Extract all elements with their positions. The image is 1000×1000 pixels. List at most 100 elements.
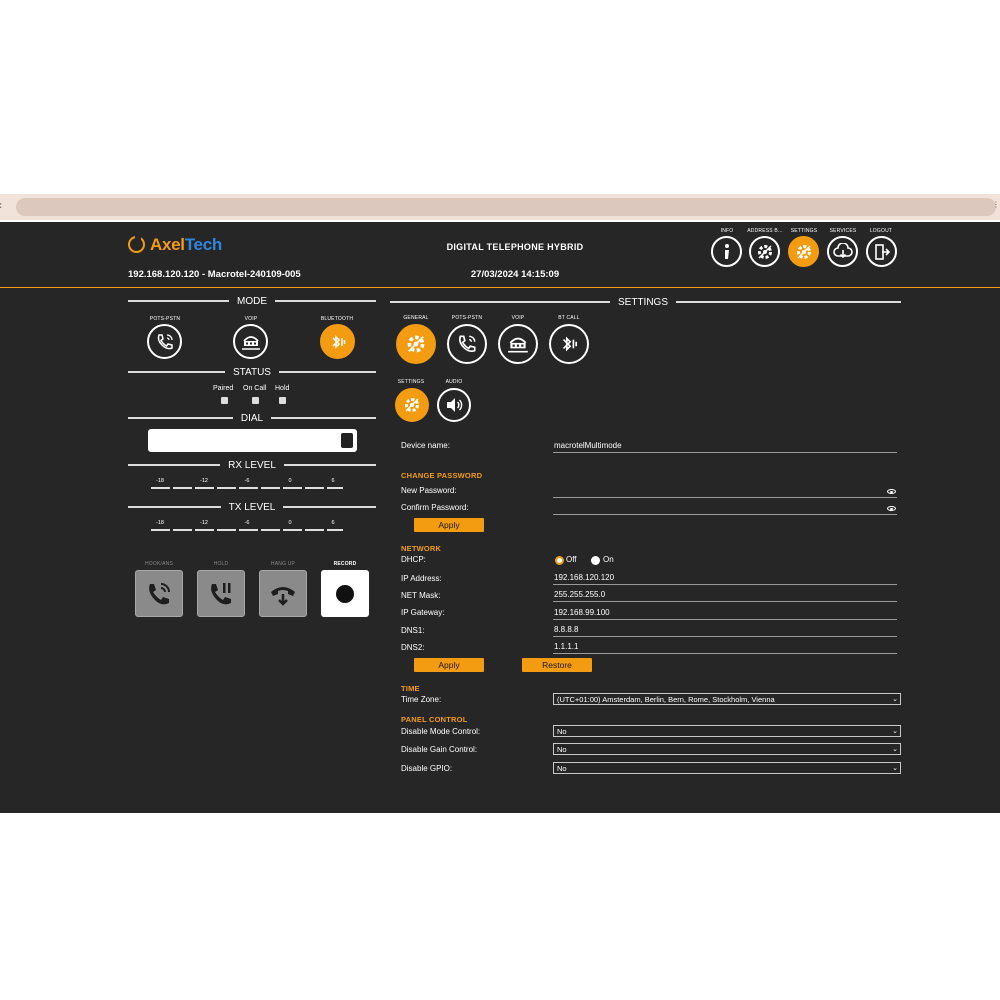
status-oncall-indicator [252, 397, 259, 404]
network-apply-button[interactable]: Apply [414, 658, 484, 672]
record-button[interactable] [321, 570, 369, 617]
status-hold-label: Hold [275, 385, 290, 392]
tx-level-heading: TX LEVEL [128, 501, 377, 513]
tx-segment [195, 529, 214, 531]
disable-gain-control-select[interactable]: No ⌄ [553, 743, 901, 755]
nav-info-button[interactable] [711, 236, 742, 267]
net-mask-field[interactable]: 255.255.255.0 [553, 589, 897, 602]
subtab-audio-label: AUDIO [445, 379, 463, 385]
mode-pots-button[interactable] [147, 324, 182, 359]
tab-bt-call[interactable] [549, 324, 589, 364]
ip-gateway-field[interactable]: 192.168.99.100 [553, 607, 897, 620]
tab-voip[interactable] [498, 324, 538, 364]
tab-btcall-label: BT CALL [558, 315, 580, 321]
hold-call-icon [211, 582, 231, 604]
mode-bluetooth-button[interactable] [320, 324, 355, 359]
ip-address-field[interactable]: 192.168.120.120 [553, 572, 897, 585]
time-heading: TIME [401, 684, 420, 693]
tab-pots-label: POTS-PSTN [451, 315, 483, 321]
mode-heading: MODE [128, 295, 376, 307]
dns1-field[interactable]: 8.8.8.8 [553, 624, 897, 637]
tab-general-label: GENERAL [403, 315, 429, 321]
logo-text-tech: Tech [184, 235, 223, 254]
settings-icon [405, 398, 419, 412]
mode-voip-button[interactable] [233, 324, 268, 359]
phonebook-icon[interactable] [341, 433, 353, 448]
new-password-field[interactable] [553, 485, 897, 498]
disable-mode-control-select[interactable]: No ⌄ [553, 725, 901, 737]
tab-general[interactable] [396, 324, 436, 364]
address-bar[interactable] [16, 198, 996, 216]
show-confirm-password-icon[interactable] [887, 506, 896, 511]
hold-button[interactable] [197, 570, 245, 617]
nav-address-label: ADDRESS B... [747, 228, 783, 234]
status-heading-text: STATUS [233, 366, 271, 378]
dhcp-label: DHCP: [401, 555, 426, 564]
tx-tick: -6 [244, 520, 250, 526]
ip-address-label: IP Address: [401, 574, 442, 583]
tx-segment [217, 529, 236, 531]
hang-up-button[interactable] [259, 570, 307, 617]
rx-tick: 6 [331, 478, 335, 484]
rx-segment [283, 487, 302, 489]
disable-gain-control-label: Disable Gain Control: [401, 745, 478, 754]
mode-voip-label: VOIP [244, 316, 258, 322]
dns2-field[interactable]: 1.1.1.1 [553, 641, 897, 654]
rx-segment [217, 487, 236, 489]
network-icon [508, 337, 528, 353]
subtab-settings-label: SETTINGS [397, 379, 425, 385]
network-heading: NETWORK [401, 544, 442, 553]
password-apply-button[interactable]: Apply [414, 518, 484, 532]
settings-heading: SETTINGS [390, 296, 901, 308]
nav-services-button[interactable] [827, 236, 858, 267]
rx-segment [239, 487, 258, 489]
rx-segment [327, 487, 343, 489]
tab-pots-pstn[interactable] [447, 324, 487, 364]
rx-segment [151, 487, 170, 489]
phone-icon [157, 333, 173, 349]
chevron-down-icon: ⌄ [892, 746, 898, 753]
dns1-label: DNS1: [401, 626, 425, 635]
dial-heading-text: DIAL [240, 412, 264, 424]
ip-gateway-label: IP Gateway: [401, 608, 445, 617]
tx-segment [239, 529, 258, 531]
hook-answer-button[interactable] [135, 570, 183, 617]
hook-label: HOOK/ANS [145, 561, 173, 567]
rx-segment [261, 487, 280, 489]
subtab-audio[interactable] [437, 388, 471, 422]
logo-ring-icon [128, 234, 145, 253]
chevron-down-icon: ⌄ [892, 728, 898, 735]
settings-icon [407, 335, 425, 353]
mode-heading-text: MODE [237, 295, 267, 307]
nav-address-button[interactable] [749, 236, 780, 267]
header-divider [0, 287, 1000, 288]
panel-control-heading: PANEL CONTROL [401, 715, 468, 724]
device-id: 192.168.120.120 - Macrotel-240109-005 [128, 269, 301, 280]
dhcp-off-label: Off [566, 555, 577, 564]
time-zone-select[interactable]: (UTC+01:00) Amsterdam, Berlin, Bern, Rom… [553, 693, 901, 705]
rx-segment [173, 487, 192, 489]
device-name-label: Device name: [401, 441, 450, 450]
disable-gpio-select[interactable]: No ⌄ [553, 762, 901, 774]
confirm-password-field[interactable] [553, 502, 897, 515]
toolbar-left-glyph: ‹ [0, 198, 2, 212]
phone-icon [458, 335, 476, 353]
nav-settings-button[interactable] [788, 236, 819, 267]
dial-input[interactable] [148, 429, 357, 452]
status-paired-label: Paired [213, 385, 234, 392]
subtab-settings[interactable] [395, 388, 429, 422]
chevron-down-icon: ⌄ [892, 696, 898, 703]
network-icon [241, 335, 260, 350]
rx-level-heading: RX LEVEL [128, 459, 376, 471]
show-password-icon[interactable] [887, 489, 896, 494]
browser-toolbar: ‹ ⋮ [0, 194, 1000, 220]
logo-text-axel: Axel [150, 235, 185, 254]
network-restore-button[interactable]: Restore [522, 658, 592, 672]
device-name-field[interactable]: macrotelMultimode [553, 440, 897, 453]
dhcp-off-radio[interactable] [555, 556, 564, 565]
net-mask-label: NET Mask: [401, 591, 441, 600]
status-oncall-label: On Call [243, 385, 267, 392]
mode-control-value: No [557, 727, 567, 736]
dhcp-on-radio[interactable] [591, 556, 600, 565]
nav-logout-button[interactable] [866, 236, 897, 267]
